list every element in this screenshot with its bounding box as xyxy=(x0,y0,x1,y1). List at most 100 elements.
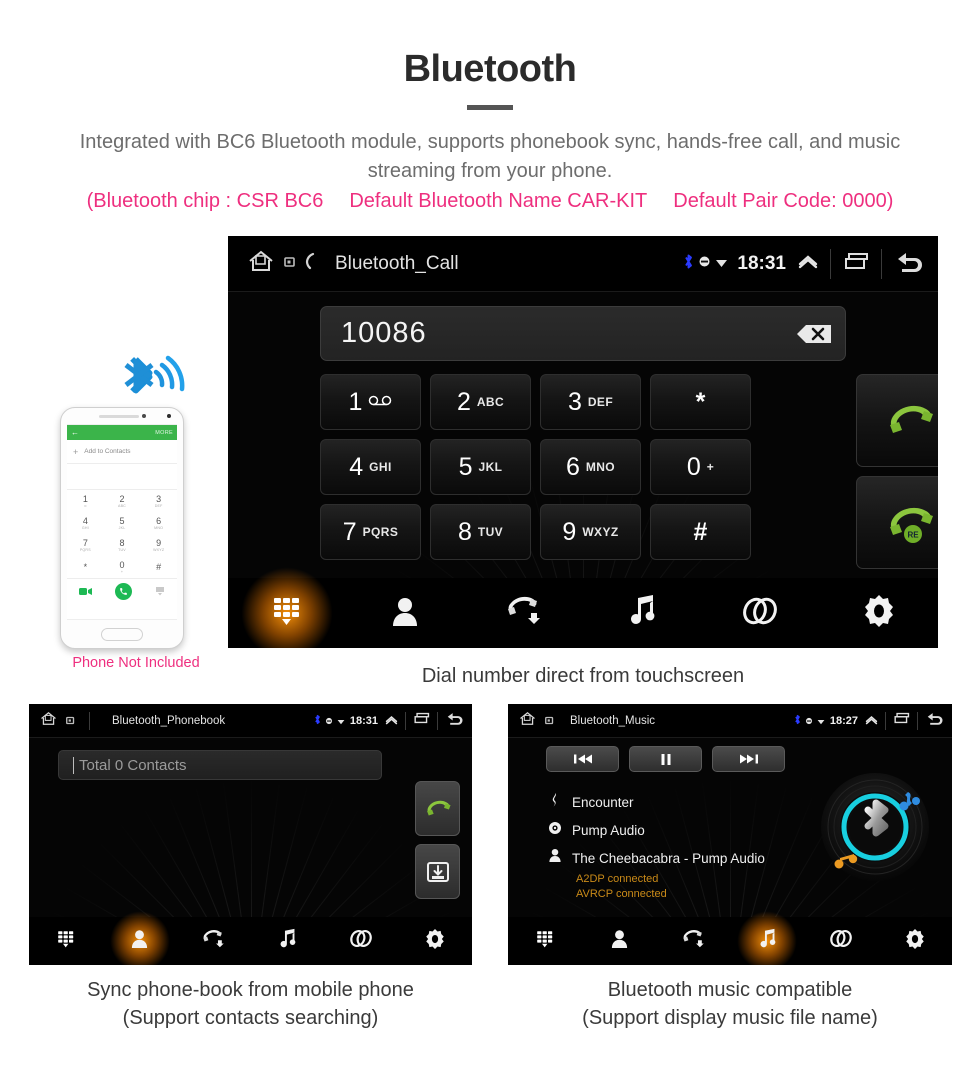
plus-icon: + xyxy=(73,446,79,457)
sidebar-item-link[interactable] xyxy=(701,578,819,648)
key-hash[interactable]: # xyxy=(650,504,751,560)
expand-up-icon[interactable] xyxy=(384,712,399,730)
bluetooth-phonebook-screen: Bluetooth_Phonebook 18:31 Total 0 Contac… xyxy=(29,704,472,965)
windows-icon[interactable] xyxy=(841,250,871,277)
sidebar-item-contacts[interactable] xyxy=(346,578,464,648)
home-icon[interactable] xyxy=(39,710,58,732)
bluetooth-music-screen: Bluetooth_Music 18:27 Encounter Pump Aud… xyxy=(508,704,952,965)
phone-key: 3 DEF xyxy=(154,494,163,508)
bottom-nav xyxy=(29,917,472,965)
sidebar-item-call-log[interactable] xyxy=(177,917,251,965)
windows-icon[interactable] xyxy=(892,711,911,730)
key-5[interactable]: 5 JKL xyxy=(430,439,531,495)
person-icon xyxy=(130,928,149,954)
title-underline xyxy=(467,105,513,110)
bluetooth-icon xyxy=(314,712,321,730)
sidebar-item-settings[interactable] xyxy=(398,917,472,965)
key-7[interactable]: 7 PQRS xyxy=(320,504,421,560)
page-title: Bluetooth xyxy=(403,48,577,90)
back-icon[interactable] xyxy=(924,710,945,731)
bluetooth-icon xyxy=(794,712,801,730)
call-icon[interactable] xyxy=(304,252,317,275)
key-0[interactable]: 0 + xyxy=(650,439,751,495)
spec-bt-name: Default Bluetooth Name CAR-KIT xyxy=(349,190,648,212)
home-icon[interactable] xyxy=(246,248,276,279)
key-1[interactable]: 1 xyxy=(320,374,421,430)
back-icon[interactable] xyxy=(892,248,926,279)
text-caret xyxy=(73,756,74,774)
music-caption-line1: Bluetooth music compatible xyxy=(607,979,853,1001)
person-icon xyxy=(548,848,562,868)
download-contacts-button[interactable] xyxy=(415,844,460,899)
smartphone-body: ← MORE + Add to Contacts 1 ∞ 2 ABC 3 DEF 4G… xyxy=(60,407,184,649)
next-track-button[interactable] xyxy=(712,746,785,772)
sidebar-item-link[interactable] xyxy=(324,917,398,965)
recent-apps-icon[interactable] xyxy=(545,712,554,730)
key-4[interactable]: 4 GHI xyxy=(320,439,421,495)
spec-line: (Bluetooth chip : CSR BC6 Default Bluetoo… xyxy=(0,190,980,213)
key-2[interactable]: 2 ABC xyxy=(430,374,531,430)
sidebar-item-music[interactable] xyxy=(583,578,701,648)
screen-title: Bluetooth_Phonebook xyxy=(112,714,226,727)
music-caption-line2: (Support display music file name) xyxy=(582,1007,878,1029)
phonebook-call-button[interactable] xyxy=(415,781,460,836)
recent-apps-icon[interactable] xyxy=(284,255,296,273)
windows-icon[interactable] xyxy=(412,711,431,730)
dialed-number-field[interactable]: 10086 xyxy=(320,306,846,361)
call-screen-caption: Dial number direct from touchscreen xyxy=(421,665,745,687)
dialpad-row: 7 PQRS 8 TUV 9 WXYZ # xyxy=(320,504,846,560)
sidebar-item-contacts[interactable] xyxy=(103,917,177,965)
wifi-icon xyxy=(715,255,728,273)
dialpad-row: 4 GHI 5 JKL 6 MNO 0 + xyxy=(320,439,846,495)
artist-row: The Cheebacabra - Pump Audio xyxy=(548,844,765,872)
sidebar-item-call-log[interactable] xyxy=(656,917,730,965)
key-9[interactable]: 9 WXYZ xyxy=(540,504,641,560)
phone-more-label: MORE xyxy=(155,429,173,436)
sidebar-item-dialpad[interactable] xyxy=(29,917,103,965)
key-6[interactable]: 6 MNO xyxy=(540,439,641,495)
bluetooth-feature-page: Bluetooth Integrated with BC6 Bluetooth … xyxy=(0,0,980,1091)
dialpad-icon xyxy=(54,927,78,956)
phone-not-included-note: Phone Not Included xyxy=(72,655,200,671)
spec-chip: (Bluetooth chip : CSR BC6 xyxy=(86,190,324,212)
status-bar: Bluetooth_Call 18:31 xyxy=(228,236,938,292)
expand-up-icon[interactable] xyxy=(864,712,879,730)
sidebar-item-music[interactable] xyxy=(250,917,324,965)
sidebar-item-call-log[interactable] xyxy=(465,578,583,648)
sidebar-item-settings[interactable] xyxy=(878,917,952,965)
status-clock: 18:31 xyxy=(737,252,786,274)
key-8[interactable]: 8 TUV xyxy=(430,504,531,560)
recent-apps-icon[interactable] xyxy=(66,712,75,730)
add-contact-label: Add to Contacts xyxy=(84,448,131,455)
key-star[interactable]: * xyxy=(650,374,751,430)
key-3[interactable]: 3 DEF xyxy=(540,374,641,430)
sidebar-item-settings[interactable] xyxy=(820,578,938,648)
redial-button[interactable]: RE xyxy=(856,476,938,569)
spec-pair-code: Default Pair Code: 0000) xyxy=(673,190,894,212)
home-icon[interactable] xyxy=(518,710,537,732)
mute-icon xyxy=(805,712,813,730)
sidebar-item-contacts[interactable] xyxy=(582,917,656,965)
sidebar-item-dialpad[interactable] xyxy=(228,578,346,648)
voicemail-icon xyxy=(368,393,392,411)
mute-icon xyxy=(325,712,333,730)
backspace-icon[interactable] xyxy=(779,319,833,349)
sidebar-item-link[interactable] xyxy=(804,917,878,965)
note-icon xyxy=(548,792,562,813)
sidebar-item-music[interactable] xyxy=(730,917,804,965)
previous-track-button[interactable] xyxy=(546,746,619,772)
home-button xyxy=(101,627,143,641)
a2dp-status: A2DP connected xyxy=(576,873,659,885)
previous-icon xyxy=(573,754,592,764)
music-caption: Bluetooth music compatible (Support disp… xyxy=(508,976,952,1032)
phone-app-bar: ← MORE xyxy=(67,425,177,440)
phone-key: 9 WXYZ xyxy=(153,538,165,552)
dial-call-button[interactable] xyxy=(856,374,938,467)
phonebook-caption-line2: (Support contacts searching) xyxy=(122,1007,379,1029)
music-note-icon xyxy=(278,928,297,955)
back-icon[interactable] xyxy=(444,710,465,731)
sidebar-item-dialpad[interactable] xyxy=(508,917,582,965)
expand-up-icon[interactable] xyxy=(796,252,820,275)
pause-button[interactable] xyxy=(629,746,702,772)
contacts-search-input[interactable]: Total 0 Contacts xyxy=(58,750,382,780)
